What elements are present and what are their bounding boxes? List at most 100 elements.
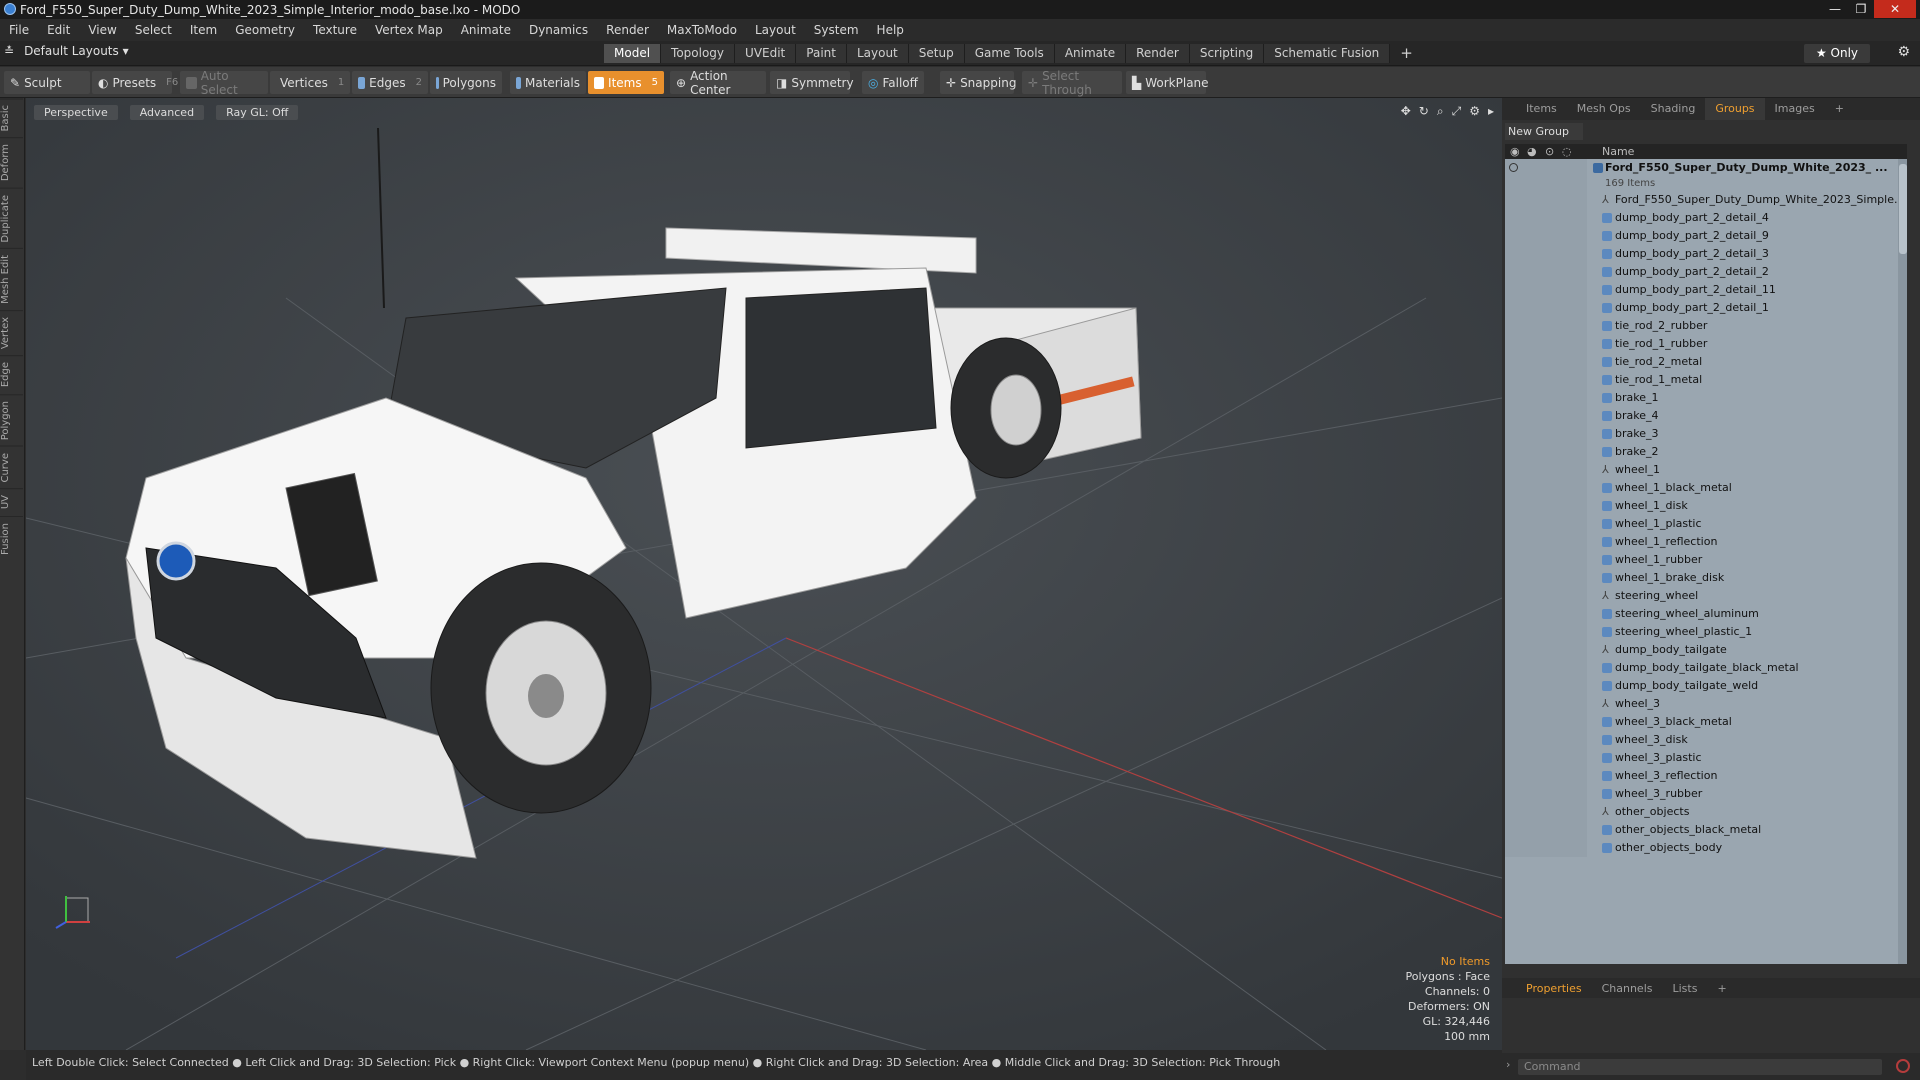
tree-item-row[interactable]: wheel_1_brake_disk (1505, 569, 1907, 587)
select-through-button[interactable]: ✛ Select Through (1022, 69, 1122, 97)
tree-item-row[interactable]: dump_body_part_2_detail_2 (1505, 263, 1907, 281)
menu-system[interactable]: System (805, 23, 868, 37)
select-col-icon[interactable]: ◌ (1562, 144, 1572, 159)
lefttab-uv[interactable]: UV (0, 488, 23, 516)
tree-item-row[interactable]: other_objects_black_metal (1505, 821, 1907, 839)
tree-item-row[interactable]: brake_3 (1505, 425, 1907, 443)
tree-item-row[interactable]: wheel_3_black_metal (1505, 713, 1907, 731)
maximize-button[interactable]: ❐ (1848, 0, 1874, 18)
tree-item-row[interactable]: dump_body_tailgate_black_metal (1505, 659, 1907, 677)
tree-item-row[interactable]: wheel_3_plastic (1505, 749, 1907, 767)
tab-channels[interactable]: Channels (1592, 982, 1663, 995)
tree-item-row[interactable]: dump_body_part_2_detail_9 (1505, 227, 1907, 245)
tree-item-row[interactable]: ⅄ wheel_3 (1505, 695, 1907, 713)
menu-texture[interactable]: Texture (304, 23, 366, 37)
lefttab-edge[interactable]: Edge (0, 355, 23, 394)
tree-item-row[interactable]: steering_wheel_aluminum (1505, 605, 1907, 623)
only-toggle-button[interactable]: ★ Only (1804, 44, 1870, 63)
groups-tree[interactable]: Ford_F550_Super_Duty_Dump_White_2023_ ..… (1505, 159, 1907, 964)
shading-advanced-dropdown[interactable]: Advanced (129, 105, 205, 120)
menu-maxtomodo[interactable]: MaxToModo (658, 23, 746, 37)
tree-item-row[interactable]: tie_rod_1_rubber (1505, 335, 1907, 353)
tab-model[interactable]: Model (604, 44, 662, 63)
lefttab-polygon[interactable]: Polygon (0, 393, 23, 446)
workplane-button[interactable]: ▙ WorkPlane (1126, 71, 1209, 94)
snapping-button[interactable]: ✛ Snapping (940, 71, 1016, 94)
raygl-toggle[interactable]: Ray GL: Off (216, 105, 299, 120)
layout-toggle-icon[interactable]: ≛ (4, 44, 14, 58)
tab-topology[interactable]: Topology (661, 44, 736, 63)
tree-item-row[interactable]: tie_rod_1_metal (1505, 371, 1907, 389)
default-layouts-dropdown[interactable]: Default Layouts ▾ (24, 44, 129, 58)
menu-dynamics[interactable]: Dynamics (520, 23, 597, 37)
tab-groups[interactable]: Groups (1705, 98, 1765, 120)
menu-item[interactable]: Item (181, 23, 226, 37)
add-tab-icon[interactable]: + (1390, 44, 1423, 63)
tree-scrollbar[interactable] (1898, 159, 1907, 964)
menu-edit[interactable]: Edit (38, 23, 79, 37)
tree-item-row[interactable]: ⅄ dump_body_tailgate (1505, 641, 1907, 659)
tab-mesh-ops[interactable]: Mesh Ops (1567, 98, 1641, 120)
auto-select-button[interactable]: Auto Select (180, 69, 268, 97)
pan-icon[interactable]: ✥ (1401, 104, 1411, 119)
tree-item-row[interactable]: dump_body_part_2_detail_4 (1505, 209, 1907, 227)
tab-shading[interactable]: Shading (1641, 98, 1706, 120)
zoom-icon[interactable]: ⌕ (1437, 104, 1444, 119)
tree-item-row[interactable]: brake_2 (1505, 443, 1907, 461)
symmetry-button[interactable]: ◨ Symmetry (770, 71, 854, 94)
viewport-settings-icon[interactable]: ⚙ (1469, 104, 1480, 119)
tree-item-row[interactable]: dump_body_part_2_detail_1 (1505, 299, 1907, 317)
add-panel-tab-icon[interactable]: + (1825, 98, 1854, 120)
gear-icon[interactable]: ⚙ (1897, 44, 1910, 60)
tab-game-tools[interactable]: Game Tools (964, 44, 1055, 63)
tree-item-row[interactable]: wheel_1_plastic (1505, 515, 1907, 533)
render-col-icon[interactable]: ◕ (1527, 144, 1537, 159)
action-center-button[interactable]: ⊕ Action Center (670, 69, 766, 97)
lefttab-fusion[interactable]: Fusion (0, 515, 23, 561)
tree-item-row[interactable]: brake_1 (1505, 389, 1907, 407)
eye-icon[interactable] (1509, 163, 1518, 172)
tab-lists[interactable]: Lists (1663, 982, 1708, 995)
record-icon[interactable] (1896, 1059, 1910, 1073)
tree-item-row[interactable]: wheel_1_rubber (1505, 551, 1907, 569)
tab-animate[interactable]: Animate (1054, 44, 1127, 63)
expand-icon[interactable]: ▸ (1488, 104, 1494, 119)
lock-col-icon[interactable]: ⊙ (1545, 144, 1554, 159)
tree-item-row[interactable]: dump_body_tailgate_weld (1505, 677, 1907, 695)
rotate-icon[interactable]: ↻ (1419, 104, 1429, 119)
tree-item-row[interactable]: brake_4 (1505, 407, 1907, 425)
menu-layout[interactable]: Layout (746, 23, 805, 37)
tree-item-row[interactable]: ⅄ other_objects (1505, 803, 1907, 821)
tab-layout[interactable]: Layout (846, 44, 909, 63)
tab-items[interactable]: Items (1516, 98, 1567, 120)
tab-properties[interactable]: Properties (1516, 982, 1592, 995)
lefttab-curve[interactable]: Curve (0, 445, 23, 489)
menu-file[interactable]: File (0, 23, 38, 37)
view-perspective-dropdown[interactable]: Perspective (34, 105, 118, 120)
minimize-button[interactable]: — (1822, 0, 1848, 18)
tab-scripting[interactable]: Scripting (1189, 44, 1265, 63)
menu-select[interactable]: Select (126, 23, 181, 37)
tree-item-row[interactable]: tie_rod_2_metal (1505, 353, 1907, 371)
menu-help[interactable]: Help (868, 23, 913, 37)
tree-item-row[interactable]: ⅄ wheel_1 (1505, 461, 1907, 479)
items-button[interactable]: Items 5 (588, 71, 664, 94)
tree-item-row[interactable]: wheel_1_black_metal (1505, 479, 1907, 497)
presets-button[interactable]: ◐ Presets F6 (92, 71, 178, 94)
tab-images[interactable]: Images (1765, 98, 1825, 120)
menu-animate[interactable]: Animate (452, 23, 520, 37)
edges-button[interactable]: Edges 2 (352, 71, 428, 94)
tree-item-row[interactable]: wheel_3_reflection (1505, 767, 1907, 785)
command-input[interactable]: Command (1518, 1059, 1882, 1075)
lefttab-duplicate[interactable]: Duplicate (0, 187, 23, 249)
menu-render[interactable]: Render (597, 23, 658, 37)
lefttab-vertex[interactable]: Vertex (0, 310, 23, 356)
3d-viewport[interactable]: Perspective Advanced Ray GL: Off ✥ ↻ ⌕ ⤢… (26, 98, 1502, 1050)
tree-item-row[interactable]: wheel_1_disk (1505, 497, 1907, 515)
name-column-header[interactable]: Name (1602, 144, 1634, 159)
fit-icon[interactable]: ⤢ (1452, 104, 1462, 119)
tree-item-row[interactable]: wheel_3_disk (1505, 731, 1907, 749)
visibility-col-icon[interactable]: ◉ (1510, 144, 1520, 159)
materials-button[interactable]: Materials (510, 71, 586, 94)
close-button[interactable]: ✕ (1874, 0, 1916, 18)
